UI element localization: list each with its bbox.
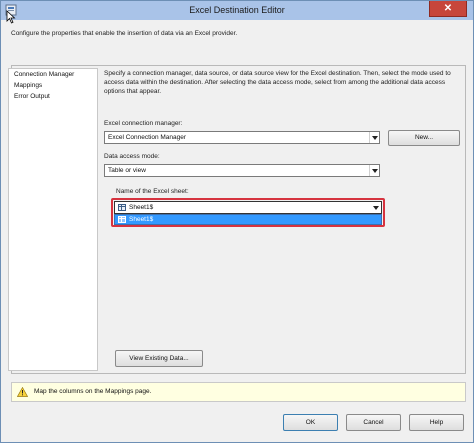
nav-item-error-output[interactable]: Error Output xyxy=(14,93,50,100)
data-access-mode-select[interactable]: Table or view xyxy=(104,164,380,177)
window-title: Excel Destination Editor xyxy=(189,5,285,15)
help-button[interactable]: Help xyxy=(409,414,464,431)
new-connection-button[interactable]: New... xyxy=(388,130,460,146)
connection-manager-label: Excel connection manager: xyxy=(104,120,183,127)
view-existing-data-button[interactable]: View Existing Data... xyxy=(115,350,203,367)
dialog-description: Configure the properties that enable the… xyxy=(11,30,238,37)
info-text: Specify a connection manager, data sourc… xyxy=(104,70,451,95)
excel-destination-editor-window: Excel Destination Editor ✕ Configure the… xyxy=(0,0,474,443)
excel-sheet-label: Name of the Excel sheet: xyxy=(116,188,189,195)
annotation-highlight-box xyxy=(111,198,385,227)
mouse-cursor-icon xyxy=(6,10,16,24)
warning-bar: Map the columns on the Mappings page. xyxy=(11,382,466,402)
warning-icon xyxy=(17,387,28,397)
warning-text: Map the columns on the Mappings page. xyxy=(34,388,152,395)
close-icon: ✕ xyxy=(443,3,453,14)
title-bar[interactable]: Excel Destination Editor ✕ xyxy=(1,1,473,20)
cancel-button[interactable]: Cancel xyxy=(346,414,401,431)
ok-button[interactable]: OK xyxy=(283,414,338,431)
chevron-down-icon[interactable] xyxy=(369,132,379,143)
page-navigation-list: Connection Manager Mappings Error Output xyxy=(8,68,98,371)
data-access-mode-label: Data access mode: xyxy=(104,153,160,160)
nav-item-mappings[interactable]: Mappings xyxy=(14,82,42,89)
connection-manager-value: Excel Connection Manager xyxy=(108,134,187,141)
data-access-mode-value: Table or view xyxy=(108,167,146,174)
chevron-down-icon[interactable] xyxy=(369,165,379,176)
connection-manager-select[interactable]: Excel Connection Manager xyxy=(104,131,380,144)
close-button[interactable]: ✕ xyxy=(429,1,467,17)
nav-item-connection-manager[interactable]: Connection Manager xyxy=(14,71,74,78)
